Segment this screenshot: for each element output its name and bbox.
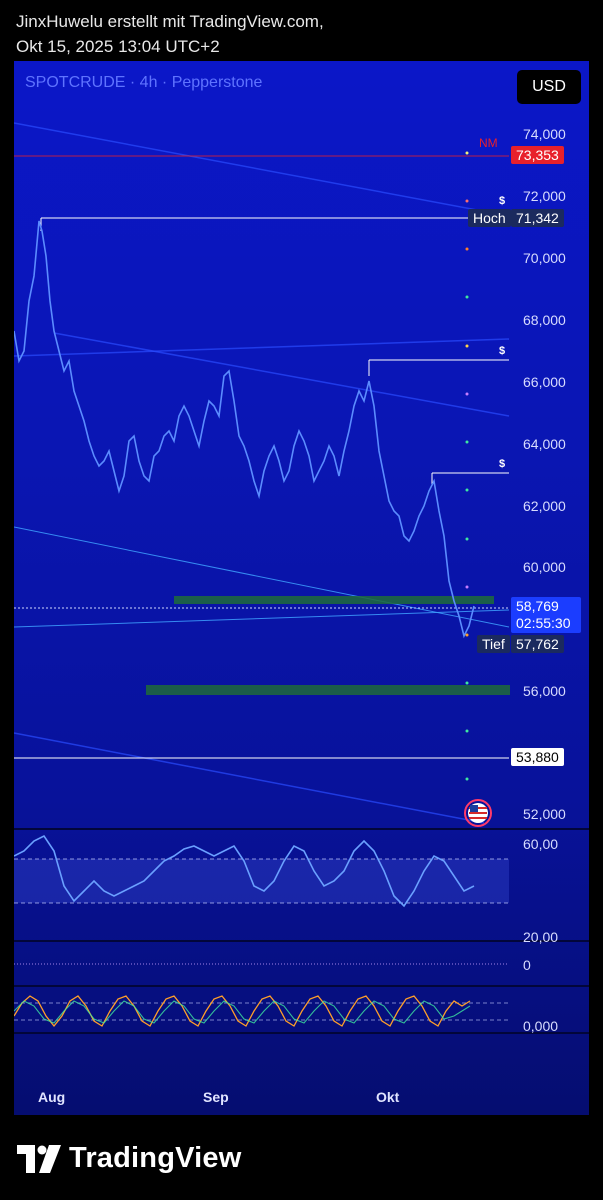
price-axis-label: 70,000 — [523, 250, 566, 266]
symbol-info[interactable]: SPOTCRUDE · 4h · Pepperstone — [25, 74, 262, 92]
level-dot — [465, 247, 469, 251]
pane3-axis-label: 0 — [523, 957, 531, 973]
tradingview-logo-icon — [17, 1144, 61, 1173]
dollar-mark: $ — [499, 345, 506, 357]
level-dot — [465, 199, 469, 203]
level-price-box: 53,880 — [511, 748, 564, 766]
level-dot — [465, 440, 469, 444]
tradingview-logo-text: TradingView — [69, 1142, 242, 1174]
current-price: 58,769 — [516, 598, 559, 614]
rsi-band — [14, 859, 509, 903]
level-dot — [465, 681, 469, 685]
price-axis-label: 52,000 — [523, 806, 566, 822]
rsi-axis-label: 60,00 — [523, 836, 559, 852]
price-axis-label: 60,000 — [523, 559, 566, 575]
support-zone — [146, 685, 510, 695]
dollar-mark: $ — [499, 195, 506, 207]
price-axis-label: 66,000 — [523, 374, 566, 390]
dollar-mark: $ — [499, 458, 506, 470]
level-dot — [465, 537, 469, 541]
current-price-box: 58,769 02:55:30 — [511, 597, 581, 633]
price-axis-label: 68,000 — [523, 312, 566, 328]
high-label: Hoch — [468, 209, 511, 227]
time-axis-label: Aug — [38, 1089, 66, 1105]
pane4-axis-label: 0,000 — [523, 1018, 559, 1034]
trend-line — [53, 332, 510, 417]
nm-label: NM — [479, 136, 498, 150]
level-dot — [465, 777, 469, 781]
tradingview-logo[interactable]: TradingView — [17, 1142, 242, 1175]
us-flag-icon — [464, 799, 492, 827]
price-axis-label: 74,000 — [523, 126, 566, 142]
price-axis-label: 56,000 — [523, 683, 566, 699]
rsi-axis-label: 20,00 — [523, 929, 559, 945]
support-zone — [174, 596, 494, 604]
author-caption: JinxHuwelu erstellt mit TradingView.com, — [16, 12, 324, 31]
level-dot — [465, 344, 469, 348]
level-dot — [465, 585, 469, 589]
level-dot — [465, 151, 469, 155]
time-axis-label: Okt — [376, 1089, 400, 1105]
trend-line — [14, 526, 510, 628]
low-price-box: 57,762 — [511, 635, 564, 653]
trend-line — [14, 732, 485, 824]
price-axis-label: 64,000 — [523, 436, 566, 452]
level-dot — [465, 295, 469, 299]
time-axis-label: Sep — [203, 1089, 229, 1105]
chart-area[interactable]: SPOTCRUDE · 4h · Pepperstone USD $ $ $ 7… — [14, 61, 589, 1115]
level-dot — [465, 488, 469, 492]
level-dot — [465, 729, 469, 733]
price-axis-label: 62,000 — [523, 498, 566, 514]
trend-line — [14, 609, 510, 628]
level-dot — [465, 633, 469, 637]
currency-button[interactable]: USD — [517, 70, 581, 104]
level-dot — [465, 392, 469, 396]
trend-line — [14, 122, 510, 217]
high-price-box: 71,342 — [511, 209, 564, 227]
price-axis-label: 72,000 — [523, 188, 566, 204]
nm-price-box: 73,353 — [511, 146, 564, 164]
low-label: Tief — [477, 635, 510, 653]
timestamp-caption: Okt 15, 2025 13:04 UTC+2 — [16, 37, 220, 56]
candle-countdown: 02:55:30 — [516, 615, 571, 631]
trend-line — [14, 338, 510, 357]
